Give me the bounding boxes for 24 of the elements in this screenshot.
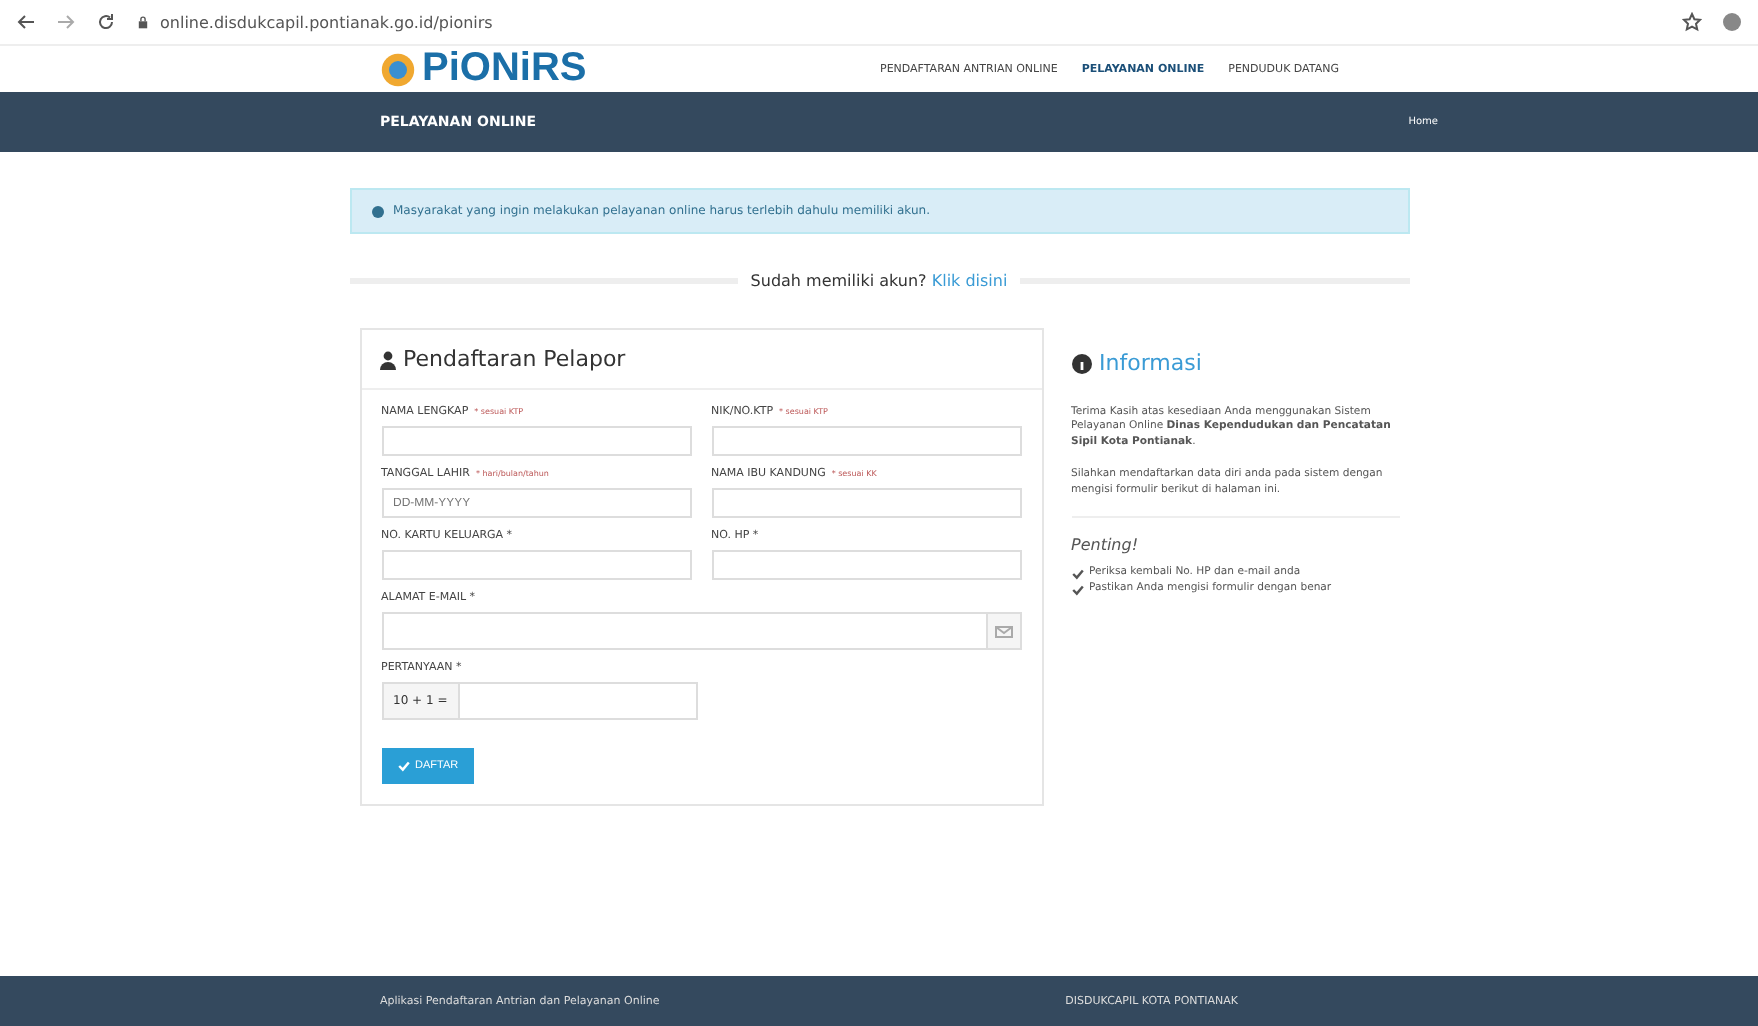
forward-icon[interactable] bbox=[56, 12, 76, 32]
form-title: Pendaftaran Pelapor bbox=[403, 346, 626, 372]
important-title: Penting! bbox=[1071, 534, 1141, 559]
logo-text: PiONiRS bbox=[422, 46, 587, 92]
info-icon bbox=[1071, 354, 1091, 375]
logo-icon bbox=[380, 51, 416, 87]
input-field[interactable] bbox=[711, 550, 1021, 580]
check-icon bbox=[397, 760, 409, 772]
envelope-icon bbox=[993, 621, 1014, 641]
user-icon bbox=[377, 349, 397, 369]
input-field[interactable] bbox=[711, 426, 1021, 456]
input-field[interactable] bbox=[711, 488, 1021, 518]
star-icon[interactable] bbox=[1682, 12, 1702, 32]
login-prompt: Sudah memiliki akun? Klik disini bbox=[750, 272, 1008, 290]
avatar-icon[interactable] bbox=[1722, 12, 1742, 32]
email-field[interactable] bbox=[381, 612, 1021, 650]
lock-icon bbox=[136, 12, 150, 32]
back-icon[interactable] bbox=[16, 12, 36, 32]
input-field[interactable] bbox=[381, 550, 691, 580]
address-bar[interactable]: online.disdukcapil.pontianak.go.id/pionirs bbox=[160, 13, 493, 31]
info-icon bbox=[371, 205, 383, 217]
reload-icon[interactable] bbox=[96, 12, 116, 32]
input-field[interactable] bbox=[381, 426, 691, 456]
info-title: Informasi bbox=[1099, 348, 1202, 380]
